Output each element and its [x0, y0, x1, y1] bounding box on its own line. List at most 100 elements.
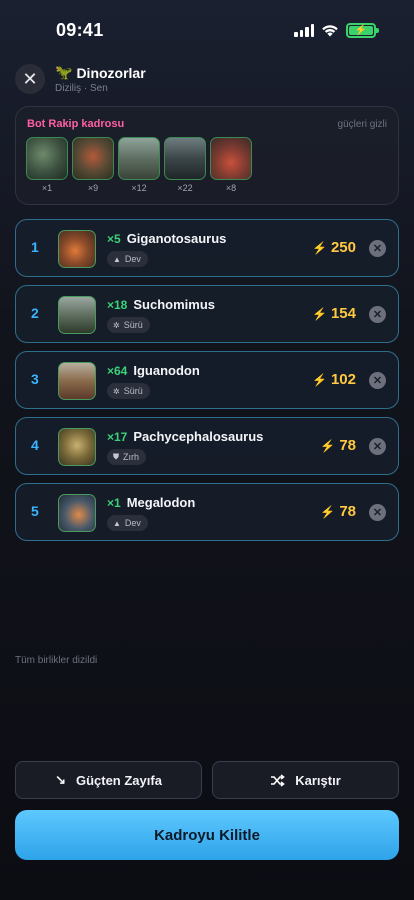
trait-label: Dev [124, 254, 141, 264]
power-value: ⚡ 250 [312, 239, 356, 256]
bot-panel-title: Bot Rakip kadrosu [27, 118, 125, 130]
card-rank: 2 [31, 305, 39, 321]
card-name-row: ×5 Giganotosaurus [107, 231, 226, 246]
remove-button[interactable]: ✕ [369, 372, 386, 389]
bolt-icon: ⚡ [320, 438, 336, 453]
battery-icon: ⚡ [346, 23, 379, 38]
card-count: ×5 [107, 232, 121, 246]
shuffle-button[interactable]: Karıştır [212, 761, 399, 799]
lock-button-label: Kadroyu Kilitle [154, 826, 260, 844]
power-number: 102 [330, 371, 356, 388]
roster-card[interactable]: 5 ×1 Megalodon ▲ Dev ⚡ 78 ✕ [15, 483, 399, 541]
bell-icon: ▲ [113, 254, 121, 264]
power-number: 78 [339, 503, 356, 520]
close-icon: ✕ [22, 68, 38, 89]
bot-unit-count: ×9 [87, 183, 99, 193]
trait-label: Sürü [123, 320, 143, 330]
roster-card[interactable]: 4 ×17 Pachycephalosaurus ⛊ Zırh ⚡ 78 ✕ [15, 417, 399, 475]
bot-unit: ×12 [118, 137, 160, 193]
shield-icon: ⛊ [113, 452, 119, 461]
card-name-row: ×18 Suchomimus [107, 297, 215, 312]
close-icon: ✕ [372, 507, 383, 519]
status-icons: ⚡ [294, 23, 379, 38]
card-count: ×64 [107, 364, 128, 378]
charging-icon: ⚡ [354, 24, 368, 36]
card-name: Suchomimus [133, 297, 215, 312]
trait-badge: ▲ Dev [107, 251, 148, 267]
card-count: ×1 [107, 496, 121, 510]
unit-thumbnail [164, 137, 206, 180]
unit-thumbnail [58, 362, 96, 400]
power-number: 250 [330, 239, 356, 256]
unit-thumbnail [58, 494, 96, 532]
power-number: 154 [330, 305, 356, 322]
bolt-icon: ⚡ [320, 504, 336, 519]
power-value: ⚡ 154 [312, 305, 356, 322]
card-name: Pachycephalosaurus [133, 429, 264, 444]
roster-card[interactable]: 2 ×18 Suchomimus ✲ Sürü ⚡ 154 ✕ [15, 285, 399, 343]
trait-badge: ✲ Sürü [107, 317, 150, 333]
unit-thumbnail [26, 137, 68, 180]
page-title-text: Dinozorlar [76, 64, 146, 81]
bot-hidden-note: güçleri gizli [337, 119, 387, 130]
card-count: ×18 [107, 298, 128, 312]
bell-icon: ▲ [113, 518, 121, 528]
close-icon: ✕ [372, 243, 383, 255]
card-name: Giganotosaurus [126, 231, 227, 246]
bot-unit-count: ×22 [177, 183, 193, 193]
sort-strong-to-weak-button[interactable]: ↘ Güçten Zayıfa [15, 761, 202, 799]
bot-unit: ×22 [164, 137, 206, 193]
trait-label: Sürü [123, 386, 143, 396]
power-value: ⚡ 78 [320, 437, 356, 454]
bolt-icon: ⚡ [312, 372, 327, 387]
power-number: 78 [339, 437, 356, 454]
power-value: ⚡ 102 [312, 371, 356, 388]
remove-button[interactable]: ✕ [369, 240, 386, 257]
trait-label: Zırh [123, 452, 140, 462]
power-value: ⚡ 78 [320, 503, 356, 520]
bot-unit-count: ×8 [225, 183, 237, 193]
status-bar: 09:41 ⚡ [0, 0, 414, 54]
trait-badge: ⛊ Zırh [107, 449, 147, 465]
bolt-icon: ⚡ [312, 240, 327, 255]
card-name: Megalodon [126, 495, 196, 510]
shuffle-icon [271, 773, 286, 787]
card-name-row: ×64 Iguanodon [107, 363, 200, 378]
card-rank: 1 [31, 239, 39, 255]
bot-roster-panel: Bot Rakip kadrosu güçleri gizli ×1 ×9 ×1… [15, 106, 399, 205]
unit-thumbnail [72, 137, 114, 180]
signal-icon [294, 24, 314, 37]
shuffle-button-label: Karıştır [295, 772, 341, 788]
card-rank: 4 [31, 437, 39, 453]
lock-roster-button[interactable]: Kadroyu Kilitle [15, 810, 399, 860]
arrow-down-right-icon: ↘ [55, 772, 66, 787]
unit-thumbnail [58, 428, 96, 466]
swarm-icon: ✲ [113, 386, 120, 396]
remove-button[interactable]: ✕ [369, 306, 386, 323]
close-button[interactable]: ✕ [15, 64, 45, 94]
page-title: 🦖 Dinozorlar [55, 64, 146, 81]
trait-badge: ✲ Sürü [107, 383, 150, 399]
dinosaur-icon: 🦖 [55, 64, 73, 80]
remove-button[interactable]: ✕ [369, 504, 386, 521]
roster-card[interactable]: 1 ×5 Giganotosaurus ▲ Dev ⚡ 250 ✕ [15, 219, 399, 277]
card-count: ×17 [107, 430, 128, 444]
bot-unit: ×9 [72, 137, 114, 193]
card-name-row: ×17 Pachycephalosaurus [107, 429, 263, 444]
remove-button[interactable]: ✕ [369, 438, 386, 455]
wifi-icon [322, 25, 338, 37]
sort-button-label: Güçten Zayıfa [75, 772, 162, 788]
page-subtitle: Diziliş · Sen [55, 83, 108, 94]
close-icon: ✕ [372, 441, 383, 453]
bot-unit: ×8 [210, 137, 252, 193]
unit-thumbnail [118, 137, 160, 180]
deployment-status: Tüm birlikler dizildi [15, 655, 98, 666]
roster-card[interactable]: 3 ×64 Iguanodon ✲ Sürü ⚡ 102 ✕ [15, 351, 399, 409]
unit-thumbnail [58, 230, 96, 268]
card-rank: 3 [31, 371, 39, 387]
unit-thumbnail [210, 137, 252, 180]
close-icon: ✕ [372, 309, 383, 321]
close-icon: ✕ [372, 375, 383, 387]
card-name-row: ×1 Megalodon [107, 495, 195, 510]
status-time: 09:41 [56, 20, 104, 40]
